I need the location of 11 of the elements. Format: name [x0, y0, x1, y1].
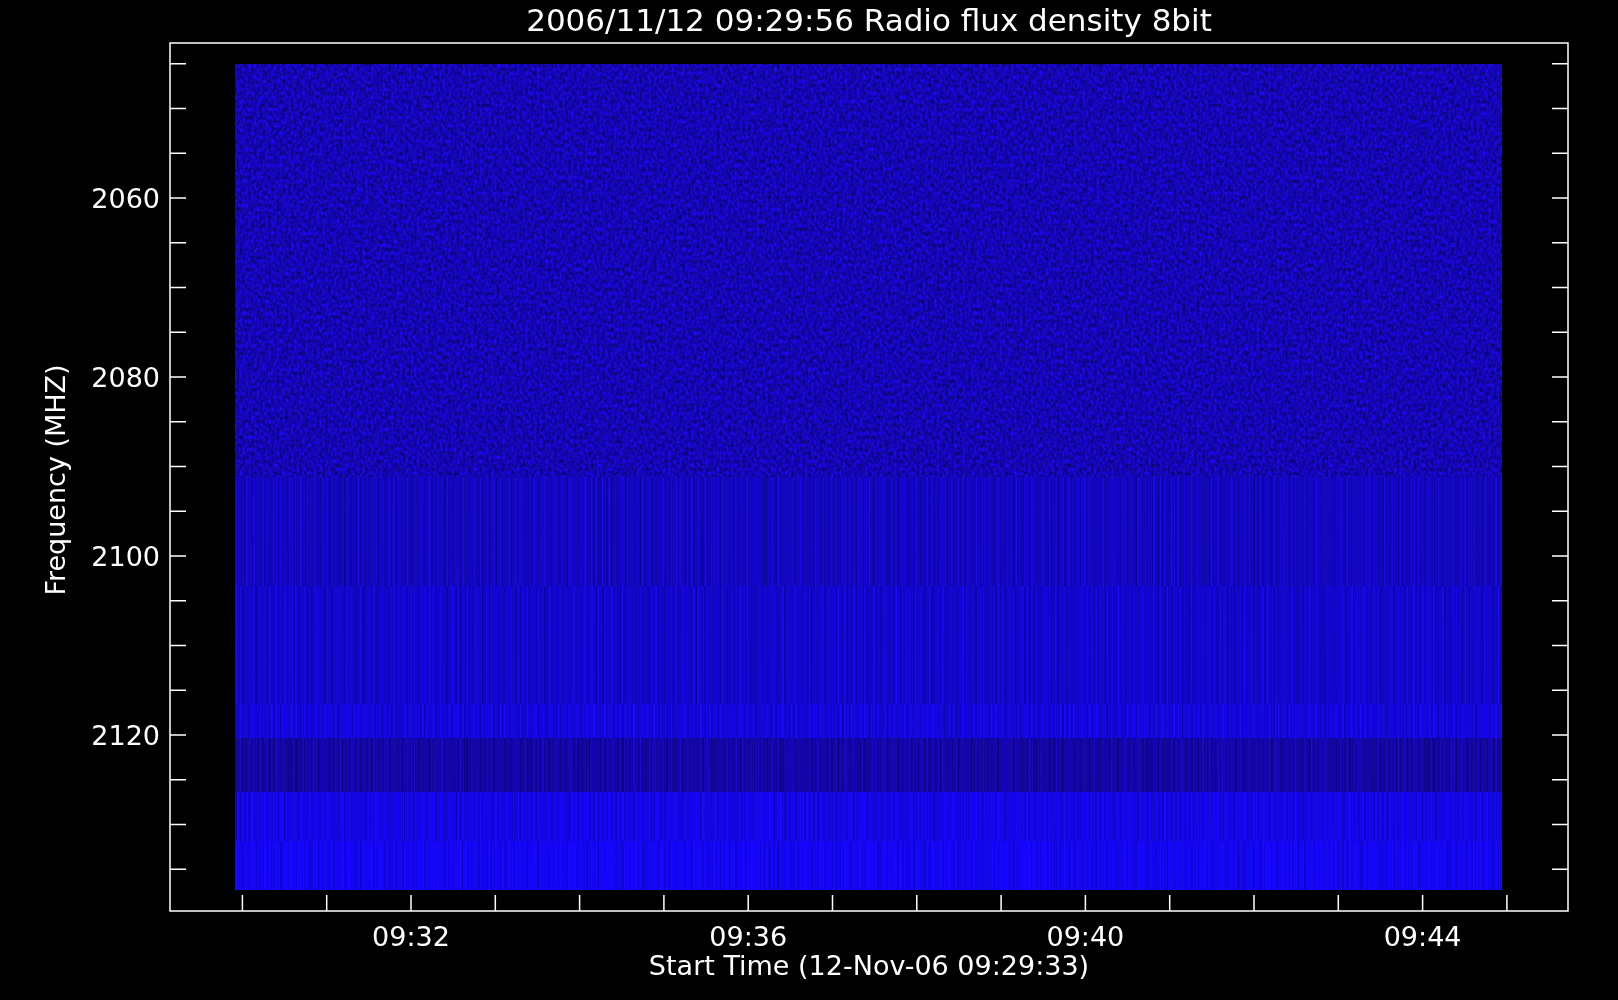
tick-label: 09:40 — [1046, 921, 1125, 952]
tick-label: 2120 — [91, 720, 160, 751]
tick-label: 2060 — [91, 183, 160, 214]
tick-label: 2100 — [91, 541, 160, 572]
tick-label: 09:32 — [372, 921, 450, 952]
x-axis-label: Start Time (12-Nov-06 09:29:33) — [648, 950, 1090, 981]
y-axis-label: Frequency (MHZ) — [40, 364, 71, 596]
chart-title: 2006/11/12 09:29:56 Radio flux density 8bit — [526, 2, 1212, 38]
tick-label: 09:44 — [1383, 921, 1462, 952]
tick-label: 2080 — [91, 362, 160, 393]
tick-label: 09:36 — [709, 921, 788, 952]
